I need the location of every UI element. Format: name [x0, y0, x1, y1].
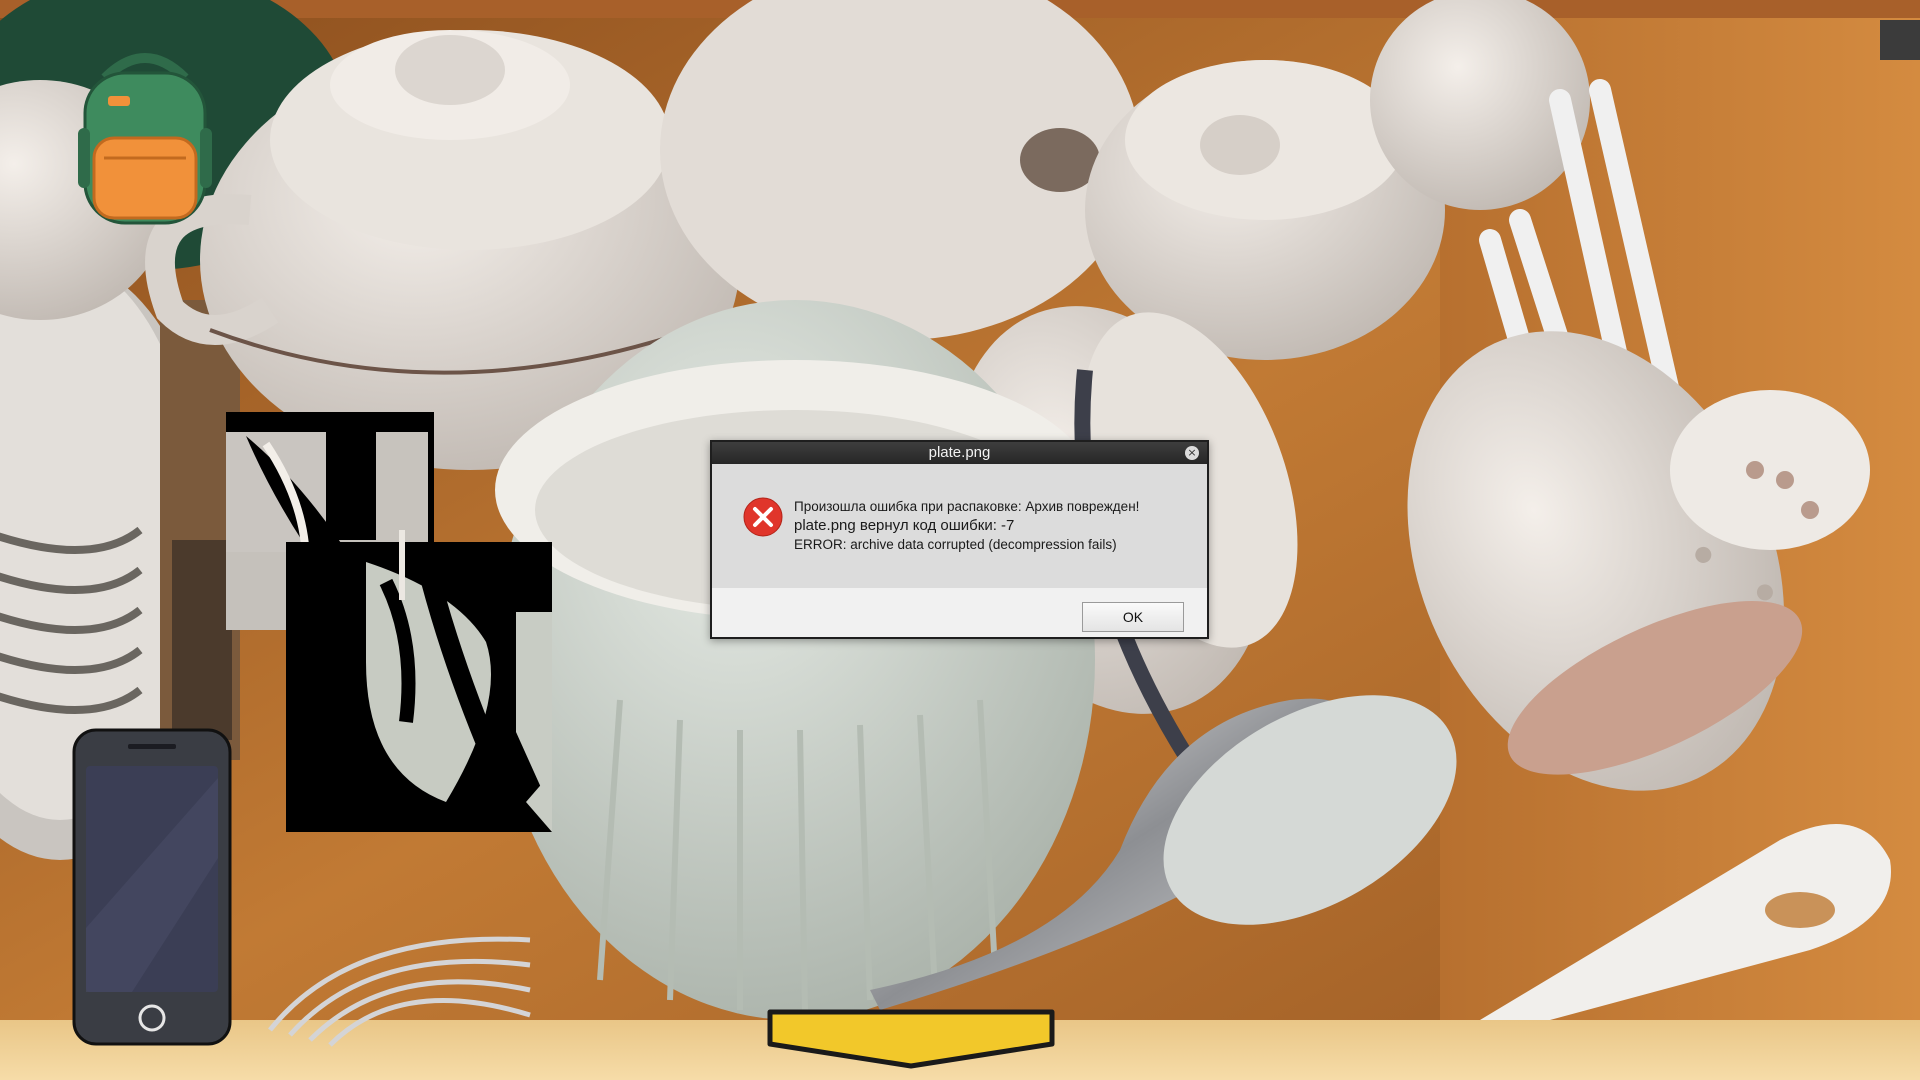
dialog-footer: OK [712, 588, 1207, 637]
error-icon [743, 497, 783, 537]
close-icon[interactable]: × [1185, 446, 1199, 460]
phone-icon[interactable] [72, 728, 232, 1046]
backpack-icon[interactable] [70, 48, 220, 228]
error-message-line-2: plate.png вернул код ошибки: -7 [794, 517, 1015, 534]
error-message-line-3: ERROR: archive data corrupted (decompres… [794, 537, 1117, 552]
dialog-title: plate.png [928, 444, 991, 461]
ok-button[interactable]: OK [1082, 602, 1184, 632]
error-dialog: plate.png × Произошла ошибка при распако… [710, 440, 1209, 639]
dialog-titlebar[interactable]: plate.png × [712, 442, 1207, 464]
dialog-body: Произошла ошибка при распаковке: Архив п… [712, 464, 1207, 588]
error-message-line-1: Произошла ошибка при распаковке: Архив п… [794, 499, 1140, 514]
chevron-down-icon[interactable] [766, 1008, 1056, 1070]
corrupted-plate-image[interactable] [226, 412, 552, 832]
